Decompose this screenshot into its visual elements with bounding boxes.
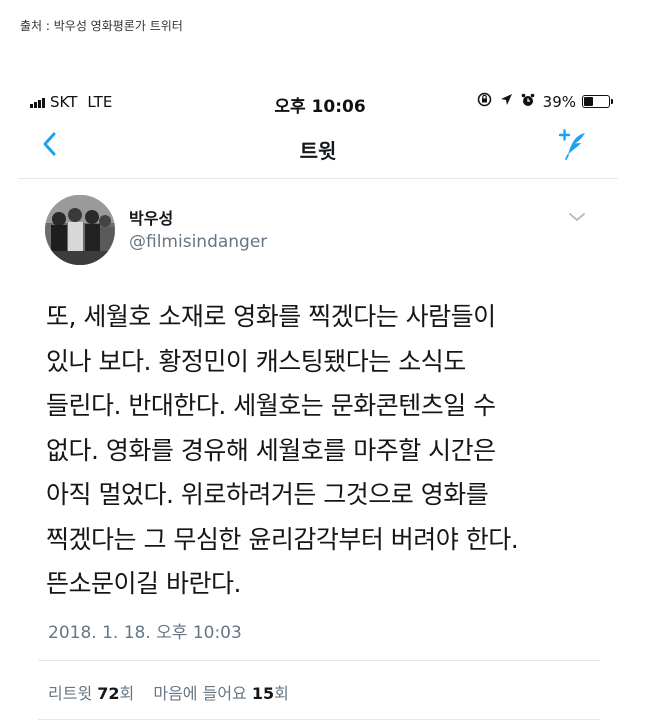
like-stat[interactable]: 마음에 들어요 15회 [153,684,289,703]
like-unit: 회 [274,684,289,703]
author-handle[interactable]: @filmisindanger [129,232,267,252]
status-right: 39% [477,92,613,111]
retweet-unit: 회 [119,684,135,703]
tweet-text-line: 있나 보다. 황정민이 캐스팅됐다는 소식도 [46,346,466,376]
compose-tweet-button[interactable] [554,125,590,165]
battery-fill [584,97,593,106]
stats-divider [38,660,600,661]
tweet-stats: 리트윗 72회 마음에 들어요 15회 [48,680,303,704]
avatar-photo-icon [45,195,115,265]
tweet-text: 또, 세월호 소재로 영화를 찍겠다는 사람들이 있나 보다. 황정민이 캐스팅… [46,295,606,607]
like-label: 마음에 들어요 [153,684,247,703]
rotation-lock-icon [477,92,492,111]
retweet-stat[interactable]: 리트윗 72회 [48,684,134,703]
tweet-header: 박우성 @filmisindanger [45,195,605,275]
retweet-count: 72 [97,684,120,703]
compose-feather-icon [558,129,585,160]
tweet-text-line: 아직 멀었다. 위로하려거든 그것으로 영화를 [46,480,489,509]
tweet-text-line: 뜬소문이길 바란다. [46,569,241,598]
avatar[interactable] [45,195,115,265]
stats-divider [38,719,600,720]
location-icon [500,93,513,110]
author-name[interactable]: 박우성 [129,205,173,229]
like-count: 15 [251,684,275,703]
nav-divider [18,178,618,179]
battery-icon [582,95,613,108]
status-bar: SKT LTE 오후 10:06 39% [30,90,613,117]
chevron-down-icon [569,213,585,221]
nav-bar: 트윗 [38,125,598,175]
tweet-text-line: 또, 세월호 소재로 영화를 찍겠다는 사람들이 [46,302,496,331]
tweet-options-button[interactable] [567,209,587,223]
tweet-timestamp: 2018. 1. 18. 오후 10:03 [48,623,242,643]
tweet-text-line: 찍겠다는 그 무심한 윤리감각부터 버려야 한다. [46,524,519,554]
retweet-label: 리트윗 [48,684,93,703]
tweet-text-line: 들린다. 반대한다. 세월호는 문화콘텐츠일 수 [46,391,496,420]
source-caption: 출처 : 박우성 영화평론가 트위터 [20,19,183,33]
alarm-icon [521,93,535,111]
tweet-text-line: 없다. 영화를 경유해 세월호를 마주할 시간은 [46,435,496,465]
page-title: 트윗 [299,139,337,163]
battery-percent: 39% [542,92,576,111]
